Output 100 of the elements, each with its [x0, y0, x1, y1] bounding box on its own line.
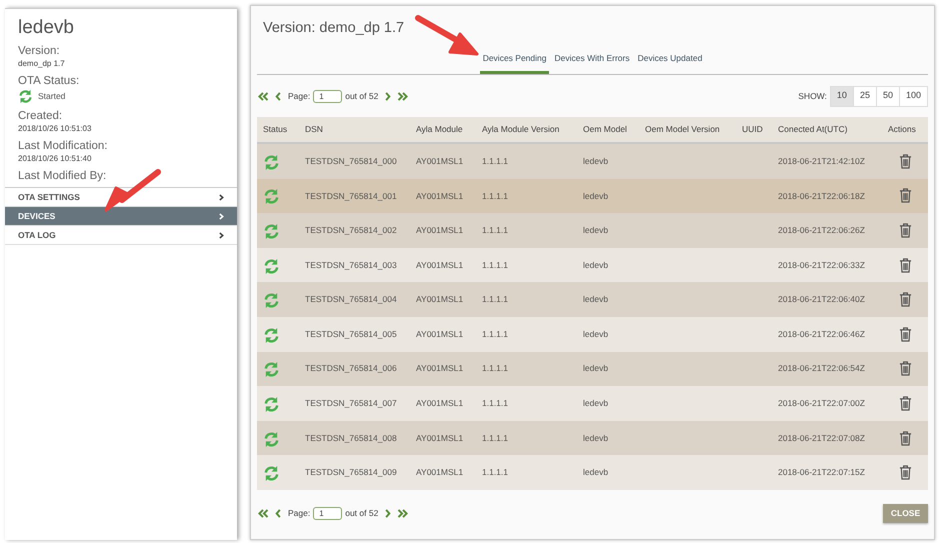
table-cell-text: 1.1.1.1 [481, 293, 509, 306]
table-row[interactable]: TESTDSN_765814_000 AY001MSL1 1.1.1.1 ledevb 2018-06-21T21:42:10Z [257, 144, 928, 179]
sync-icon [263, 292, 280, 310]
table-cell-text: AY001MSL1 [415, 258, 464, 272]
table-cell-text: 2018-06-21T22:06:46Z [777, 328, 866, 341]
table-cell-text: AY001MSL1 [415, 397, 464, 410]
chevron-right-icon[interactable] [384, 92, 392, 100]
pointer-arrow [414, 14, 480, 58]
table-row[interactable]: TESTDSN_765814_002 AY001MSL1 1.1.1.1 ledevb 2018-06-21T22:06:26Z [257, 213, 928, 248]
column-header: Conected At(UTC) [777, 123, 848, 136]
table-cell-text: 1.1.1.1 [481, 190, 509, 202]
status-text: Started [38, 90, 66, 103]
field-label: OTA Status: [18, 75, 80, 88]
page-size-button[interactable]: 100 [898, 86, 928, 106]
page-label: Page: [288, 507, 310, 520]
trash-icon[interactable] [899, 396, 912, 411]
tab[interactable]: Devices Pending [480, 52, 550, 74]
chevron-right-icon [219, 194, 224, 200]
table-cell-text: 2018-06-21T22:07:08Z [777, 432, 866, 444]
menu-item[interactable]: DEVICES [5, 207, 237, 226]
table-cell-text: AY001MSL1 [415, 293, 464, 306]
trash-icon[interactable] [899, 188, 912, 204]
trash-icon[interactable] [899, 292, 912, 308]
pointer-arrow [104, 168, 162, 214]
chevron-left-icon[interactable] [275, 508, 282, 518]
sync-icon [263, 465, 280, 482]
table-cell-text: 1.1.1.1 [481, 466, 509, 480]
table-cell-text: ledevb [582, 154, 610, 168]
table-row[interactable]: TESTDSN_765814_004 AY001MSL1 1.1.1.1 ledevb 2018-06-21T22:06:40Z [257, 282, 928, 317]
table-cell-text: AY001MSL1 [415, 154, 464, 168]
trash-icon[interactable] [899, 465, 912, 480]
table-cell-text: AY001MSL1 [415, 224, 464, 237]
trash-icon[interactable] [899, 430, 912, 446]
trash-icon[interactable] [899, 222, 912, 238]
page-title: Version: demo_dp 1.7 [263, 19, 404, 38]
trash-icon[interactable] [899, 361, 912, 376]
table-cell-text: AY001MSL1 [415, 362, 464, 376]
field-label: Last Modification: [18, 140, 108, 153]
table-cell-text: TESTDSN_765814_003 [304, 258, 398, 272]
page-label: Page: [288, 90, 310, 102]
table-cell-text: 2018-06-21T22:07:00Z [777, 397, 866, 410]
table-row[interactable]: TESTDSN_765814_001 AY001MSL1 1.1.1.1 ledevb 2018-06-21T22:06:18Z [257, 178, 928, 214]
menu-item[interactable]: OTA SETTINGS [5, 188, 237, 207]
sync-icon [263, 326, 280, 344]
table-cell-text: AY001MSL1 [415, 432, 464, 444]
double-chevron-left-icon[interactable] [257, 92, 269, 100]
table-cell-text: 2018-06-21T22:06:26Z [777, 224, 866, 237]
table-cell-text: TESTDSN_765814_004 [304, 293, 398, 306]
field-value: 2018/10/26 10:51:40 [18, 153, 92, 164]
page-size-button[interactable]: 25 [852, 86, 877, 106]
table-cell-text: 1.1.1.1 [481, 362, 509, 376]
table-cell-text: ledevb [582, 190, 610, 202]
table-row[interactable]: TESTDSN_765814_005 AY001MSL1 1.1.1.1 ledevb 2018-06-21T22:06:46Z [257, 316, 928, 352]
table-cell-text: TESTDSN_765814_009 [304, 466, 398, 480]
table-cell-text: 1.1.1.1 [481, 397, 509, 410]
table-cell-text: TESTDSN_765814_007 [304, 397, 398, 410]
page-total: out of 52 [345, 507, 378, 520]
trash-icon[interactable] [899, 154, 912, 169]
menu-item[interactable]: OTA LOG [5, 226, 237, 245]
table-cell-text: AY001MSL1 [415, 328, 464, 341]
table-row[interactable]: TESTDSN_765814_008 AY001MSL1 1.1.1.1 ledevb 2018-06-21T22:07:08Z [257, 420, 928, 456]
table-row[interactable]: TESTDSN_765814_009 AY001MSL1 1.1.1.1 ledevb 2018-06-21T22:07:15Z [257, 455, 928, 490]
table-cell-text: 1.1.1.1 [481, 224, 509, 237]
column-header: Ayla Module Version [481, 123, 560, 136]
double-chevron-right-icon[interactable] [397, 92, 410, 100]
page-size-button[interactable]: 10 [830, 86, 854, 106]
double-chevron-right-icon[interactable] [397, 508, 410, 518]
page-size-button[interactable]: 50 [876, 86, 900, 106]
table-row[interactable]: TESTDSN_765814_006 AY001MSL1 1.1.1.1 ledevb 2018-06-21T22:06:54Z [257, 352, 928, 386]
tab[interactable]: Devices Updated [634, 52, 706, 74]
table-cell-text: 1.1.1.1 [481, 258, 509, 272]
column-header: Oem Model Version [644, 123, 721, 136]
table-row[interactable]: TESTDSN_765814_007 AY001MSL1 1.1.1.1 ledevb 2018-06-21T22:07:00Z [257, 386, 928, 421]
sync-icon [18, 89, 33, 104]
chevron-left-icon[interactable] [275, 92, 282, 100]
column-header: Status [262, 123, 288, 136]
table-cell-text: 2018-06-21T22:06:33Z [777, 258, 866, 272]
trash-icon[interactable] [899, 326, 912, 342]
table-cell-text: ledevb [582, 466, 610, 480]
field-label: Last Modified By: [18, 170, 108, 183]
chevron-right-icon [219, 232, 224, 238]
column-header: Ayla Module [415, 123, 464, 136]
page-input[interactable]: 1 [313, 506, 342, 520]
page-input[interactable]: 1 [313, 90, 342, 102]
field-label: Created: [18, 110, 64, 123]
column-header: Actions [887, 123, 917, 136]
table-cell-text: 1.1.1.1 [481, 432, 509, 444]
field-value: demo_dp 1.7 [18, 58, 66, 69]
sync-icon [263, 361, 280, 378]
chevron-right-icon[interactable] [384, 508, 392, 518]
table-row[interactable]: TESTDSN_765814_003 AY001MSL1 1.1.1.1 ledevb 2018-06-21T22:06:33Z [257, 248, 928, 282]
double-chevron-left-icon[interactable] [257, 508, 269, 518]
field-value: 2018/10/26 10:51:03 [18, 123, 92, 134]
table-cell-text: TESTDSN_765814_002 [304, 224, 398, 237]
table-cell-text: AY001MSL1 [415, 466, 464, 480]
table-cell-text: 2018-06-21T22:06:40Z [777, 293, 866, 306]
tab[interactable]: Devices With Errors [551, 52, 633, 74]
show-label: SHOW: [798, 90, 827, 102]
table-cell-text: 2018-06-21T22:06:54Z [777, 362, 866, 376]
trash-icon[interactable] [899, 258, 912, 273]
